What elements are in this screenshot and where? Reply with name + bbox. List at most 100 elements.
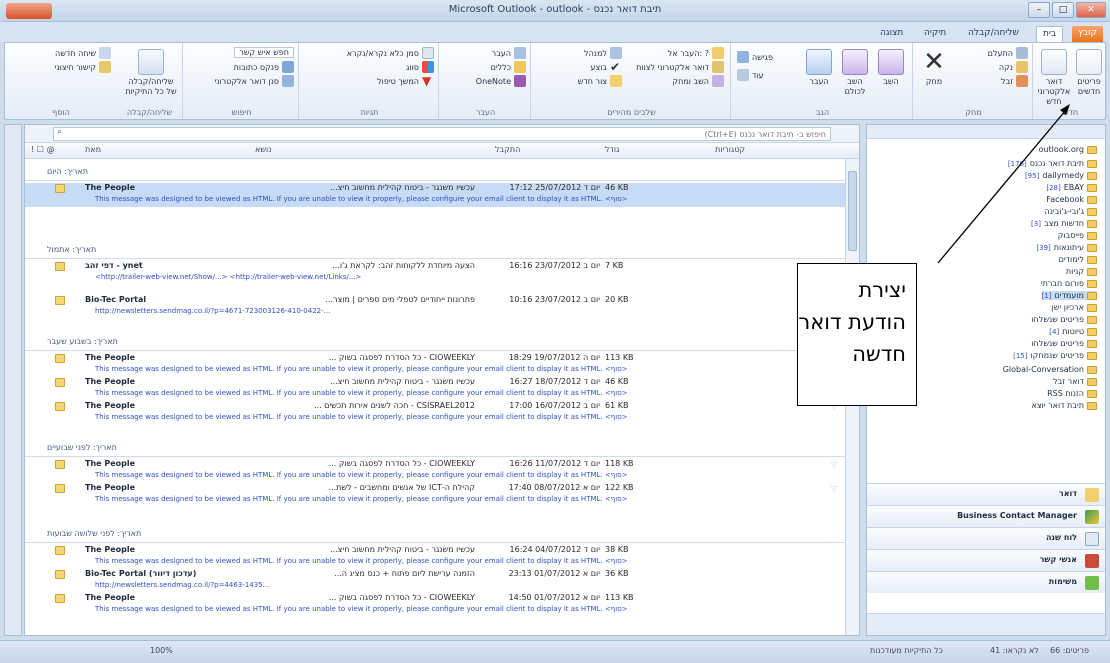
more-respond-button[interactable]: עוד (737, 69, 764, 81)
forward-button[interactable]: העבר (801, 49, 837, 87)
status-zoom[interactable]: 100% (150, 646, 173, 655)
message-row[interactable]: דפי זהב - ynet הצעה מיוחדת ללקוחות זהב: ל… (25, 261, 845, 285)
message-row[interactable]: Bio-Tec Portal (עדכון דיוור) הזמנה ערישת … (25, 569, 845, 593)
folder-item[interactable]: Global-Conversation (1000, 365, 1097, 374)
external-link-button[interactable]: קישור חיצוני (55, 61, 111, 73)
flag-icon[interactable]: ▽ (831, 484, 839, 493)
search-input[interactable] (53, 127, 831, 141)
nav-contacts-button[interactable]: אנשי קשר (867, 549, 1105, 571)
folder-item[interactable]: קניות (1063, 267, 1097, 276)
address-book-button[interactable]: פנקס כתובות (234, 61, 294, 73)
folder-item[interactable]: [3] חדשות מצב (1031, 219, 1097, 228)
message-row[interactable]: The People קהילת ה-ICT של אנשים ומחשבים -… (25, 483, 845, 507)
flag-icon[interactable]: ▽ (831, 184, 839, 193)
categorize-button[interactable]: סווג (406, 61, 434, 73)
delete-button[interactable]: ✕ מחק (919, 49, 949, 87)
folder-item[interactable]: ארכיון ישן (1049, 303, 1097, 312)
folder-item[interactable]: [39] עיתונאות (1036, 243, 1097, 252)
calendar-icon (1085, 532, 1099, 546)
group-header[interactable]: תאריך: בשבוע שעבר (25, 337, 845, 351)
flag-icon[interactable]: ▽ (831, 460, 839, 469)
folder-item[interactable]: [4] טיוטות (1049, 327, 1097, 336)
clean-up-button[interactable]: נקה (999, 61, 1028, 73)
group-header[interactable]: תאריך: לפני שבועיים (25, 443, 845, 457)
more-icon (737, 69, 749, 81)
quick-step-create-new[interactable]: צור חדש (578, 75, 622, 87)
close-button[interactable]: ✕ (1076, 2, 1106, 18)
message-row[interactable]: The People CIOWEEKLY - כל הסדרת לפסגה בשו… (25, 459, 845, 483)
minimize-button[interactable]: – (1028, 2, 1050, 18)
new-items-button[interactable]: פריטים חדשים (1073, 49, 1105, 97)
send-receive-all-button[interactable]: שליחה/קבלה של כל התיקיות (125, 49, 177, 97)
envelope-icon (55, 262, 65, 271)
nav-mail-button[interactable]: דואר (867, 483, 1105, 505)
column-subject[interactable]: נושא (255, 145, 271, 154)
ignore-button[interactable]: התעלם (988, 47, 1028, 59)
find-contact-input[interactable]: חפש איש קשר (234, 47, 294, 58)
folder-item[interactable]: [28] EBAY (1046, 183, 1097, 192)
nav-tasks-button[interactable]: משימות (867, 571, 1105, 593)
folder-item[interactable]: ג'ובי-ג'ובינה (1042, 207, 1097, 216)
follow-up-button[interactable]: המשך טיפול ▼ (377, 75, 434, 87)
quick-step-done[interactable]: בוצע ✔ (590, 61, 622, 73)
quick-step-to-manager[interactable]: למנהל (584, 47, 622, 59)
folder-item[interactable]: [15] פריטים שנמחקו (1013, 351, 1097, 360)
quick-step-team-email[interactable]: דואר אלקטרוני לצוות (636, 61, 724, 73)
reply-all-button[interactable]: השב לכולם (837, 49, 873, 97)
maximize-button[interactable]: □ (1052, 2, 1074, 18)
tab-folder[interactable]: תיקיה (918, 26, 952, 42)
new-conversation-button[interactable]: שיחה חדשה (55, 47, 111, 59)
folder-item[interactable]: [95] dailymedy (1025, 171, 1097, 180)
folder-item[interactable]: [1] מועמדים (1041, 291, 1097, 300)
folder-item[interactable]: דואר זבל (1050, 377, 1097, 386)
column-size[interactable]: גודל (605, 145, 619, 154)
navigation-strip[interactable] (4, 124, 22, 636)
tab-send-receive[interactable]: שליחה/קבלה (962, 26, 1025, 42)
rules-button[interactable]: כללים (491, 61, 526, 73)
tab-home[interactable]: בית (1036, 26, 1064, 42)
meeting-button[interactable]: פגישה (737, 51, 773, 63)
folder-item[interactable]: [176] תיבת דואר נכנס (1008, 159, 1097, 168)
folder-item[interactable]: Facebook (1043, 195, 1097, 204)
folder-pane-header[interactable] (867, 125, 1105, 139)
folder-item[interactable]: פורום חברתי (1038, 279, 1097, 288)
folder-item[interactable]: תיבת דואר יוצא (1029, 401, 1097, 410)
navigation-tray[interactable] (867, 613, 1105, 635)
quick-step-reply-delete[interactable]: השב ומחק (672, 75, 724, 87)
mark-unread-button[interactable]: סמן כלא נקרא/נקרא (347, 47, 434, 59)
folder-item[interactable]: outlook.org (1036, 145, 1097, 154)
folder-item[interactable]: לימודים (1056, 255, 1097, 264)
quick-step-move-to[interactable]: העבר אל: ? (668, 47, 724, 59)
message-row[interactable]: The People CSISRAEL2012 - חכה לשנים אירות… (25, 401, 845, 425)
nav-business-contact-button[interactable]: Business Contact Manager (867, 505, 1105, 527)
filter-email-button[interactable]: סנן דואר אלקטרוני (214, 75, 294, 87)
group-header[interactable]: תאריך: לפני שלושה שבועות (25, 529, 845, 543)
nav-calendar-button[interactable]: לוח שנה (867, 527, 1105, 549)
envelope-icon (55, 570, 65, 579)
message-row[interactable]: The People CIOWEEKLY - כל הסדרת לפסגה בשו… (25, 353, 845, 377)
message-row[interactable]: Bio-Tec Portal פתרונות ייחודיים לטפלי מים… (25, 295, 845, 319)
message-row[interactable]: The People עכשיו משנגר - ביטוח קהילית מחש… (25, 377, 845, 401)
folder-item[interactable]: פייסבוק (1055, 231, 1097, 240)
message-row[interactable]: The People עכשיו משנגר - ביטוח קהילית מחש… (25, 545, 845, 569)
search-icon[interactable]: ⌕ (57, 127, 62, 137)
reply-button[interactable]: השב (873, 49, 909, 87)
folder-item[interactable]: פריטים שנשלחו (1028, 339, 1097, 348)
column-icons[interactable]: ! ☐ @ (31, 145, 54, 154)
tab-view[interactable]: תצוגה (874, 26, 909, 42)
column-received[interactable]: התקבל (495, 145, 520, 154)
column-from[interactable]: מאת (85, 145, 101, 154)
folder-item[interactable]: פריטים שנשלחו (1028, 315, 1097, 324)
new-email-button[interactable]: דואר אלקטרוני חדש (1037, 49, 1071, 107)
group-header[interactable]: תאריך: היום (25, 167, 845, 181)
move-button[interactable]: העבר (492, 47, 526, 59)
scrollbar-thumb[interactable] (848, 171, 857, 251)
folder-item[interactable]: RSS הזנות (1044, 389, 1097, 398)
junk-button[interactable]: זבל (1001, 75, 1028, 87)
message-row[interactable]: The People עכשיו משנגר - ביטוח קהילית מחש… (25, 183, 845, 207)
message-row[interactable]: The People CIOWEEKLY - כל הסדרת לפסגה בשו… (25, 593, 845, 617)
tab-file[interactable]: קובץ (1072, 26, 1103, 42)
group-header[interactable]: תאריך: אתמול (25, 245, 845, 259)
column-categories[interactable]: קטגוריות (715, 145, 745, 154)
onenote-button[interactable]: OneNote (476, 75, 526, 87)
